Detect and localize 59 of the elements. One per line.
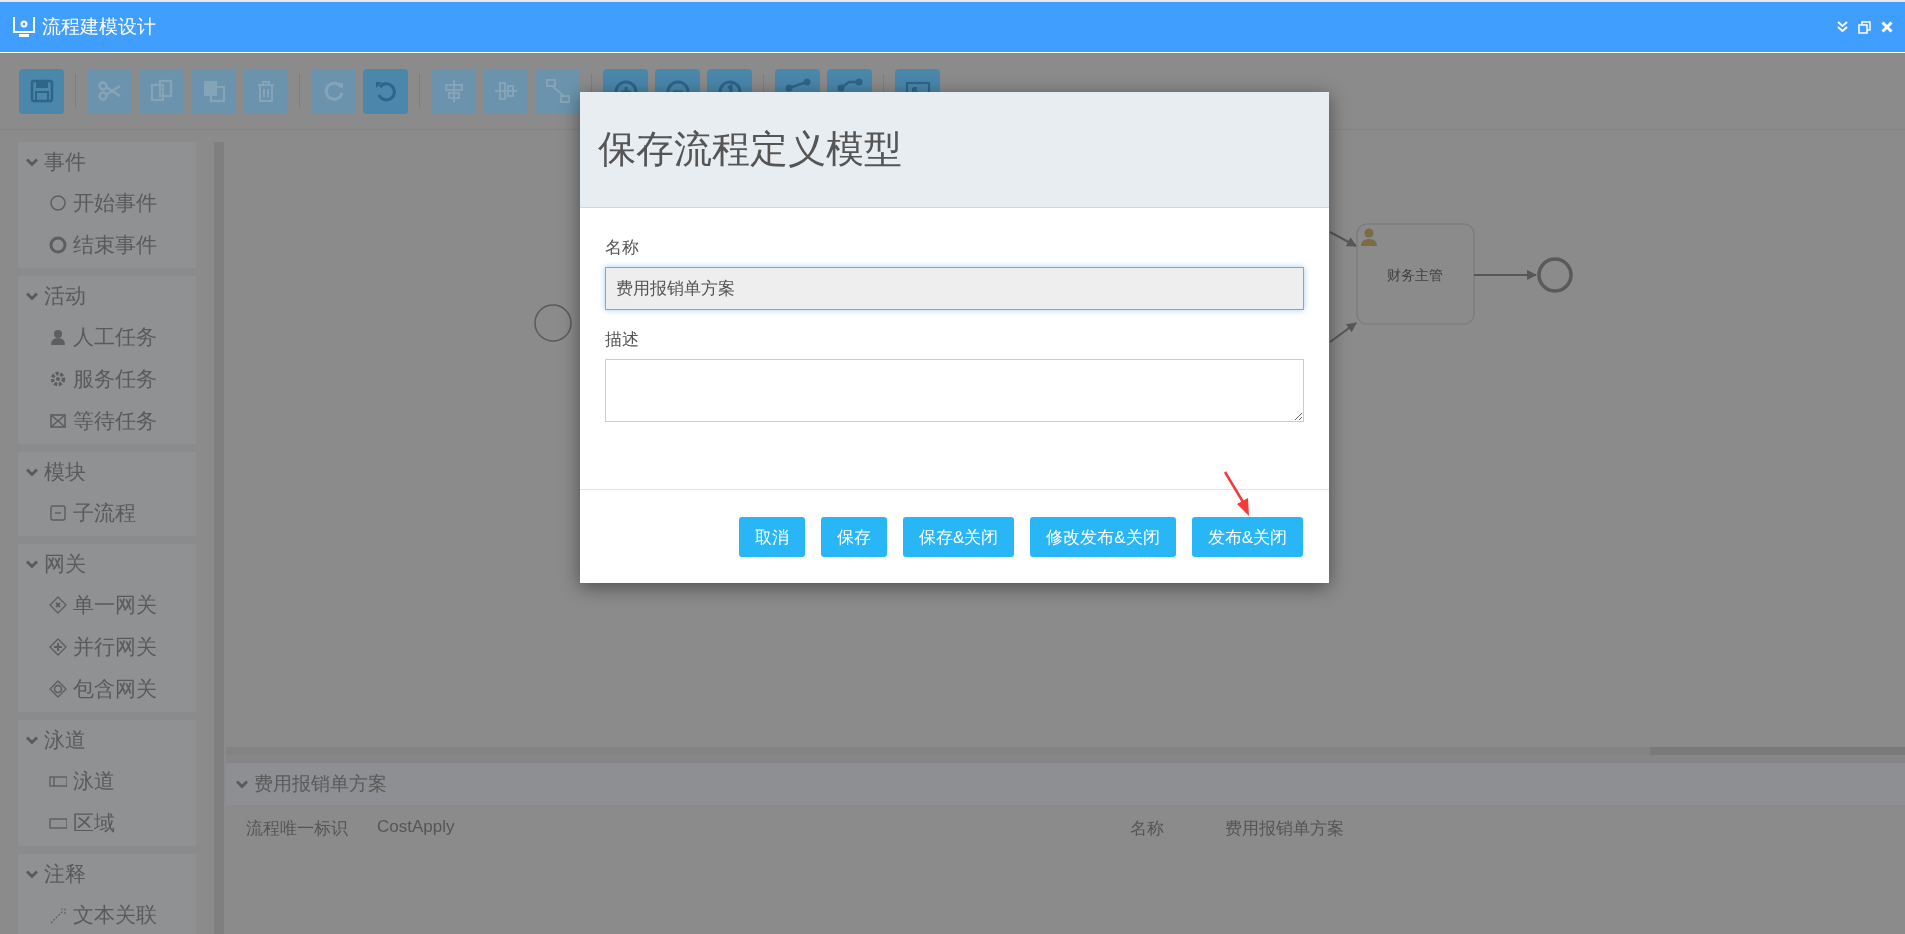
palette-group-header[interactable]: 活动 xyxy=(18,276,196,316)
bold-circle-icon xyxy=(49,236,67,254)
palette-item[interactable]: 结束事件 xyxy=(18,224,196,266)
diamond-plus-icon xyxy=(49,638,67,656)
palette-item[interactable]: 服务任务 xyxy=(18,358,196,400)
chevron-down-icon xyxy=(26,735,38,745)
person-icon xyxy=(49,328,67,346)
dialog-button[interactable]: 修改发布&关闭 xyxy=(1030,517,1176,557)
collapse-icon[interactable] xyxy=(1837,21,1848,33)
dialog-button[interactable]: 发布&关闭 xyxy=(1191,517,1303,557)
palette-group-header[interactable]: 事件 xyxy=(18,142,196,182)
palette-group-header[interactable]: 网关 xyxy=(18,544,196,584)
palette-group-header[interactable]: 注释 xyxy=(18,854,196,894)
sequence-arrow xyxy=(1329,231,1357,247)
palette-item[interactable]: 泳道 xyxy=(18,760,196,802)
palette-item[interactable]: 子流程 xyxy=(18,492,196,534)
resize-icon xyxy=(543,77,572,105)
start-event-circle xyxy=(534,304,572,342)
dialog-button[interactable]: 保存&关闭 xyxy=(902,517,1015,557)
sequence-arrow xyxy=(1329,322,1357,343)
chevron-down-icon xyxy=(236,779,248,789)
palette-item[interactable]: 包含网关 xyxy=(18,668,196,710)
close-icon[interactable] xyxy=(1881,21,1893,33)
chevron-down-icon xyxy=(26,467,38,477)
palette-group-header[interactable]: 泳道 xyxy=(18,720,196,760)
panel-header[interactable]: 费用报销单方案 xyxy=(226,763,1905,805)
chevron-down-icon xyxy=(26,869,38,879)
palette-item[interactable]: 文本关联 xyxy=(18,894,196,934)
name-field[interactable]: 费用报销单方案 xyxy=(605,267,1304,310)
circle-icon xyxy=(49,194,67,212)
monitor-gear-icon xyxy=(12,16,36,38)
dotted-line-icon xyxy=(49,906,67,924)
end-event-circle xyxy=(1537,257,1573,293)
description-field[interactable] xyxy=(605,359,1304,422)
diamond-x-icon xyxy=(49,596,67,614)
envelope-icon xyxy=(49,412,67,430)
minus-square-icon xyxy=(49,504,67,522)
palette-item[interactable]: 区域 xyxy=(18,802,196,844)
dialog-title: 保存流程定义模型 xyxy=(580,92,1329,208)
palette-item[interactable]: 等待任务 xyxy=(18,400,196,442)
field-label: 名称 xyxy=(605,237,640,259)
chevron-down-icon xyxy=(26,157,38,167)
window-title: 流程建模设计 xyxy=(42,15,156,39)
connector-icon xyxy=(783,77,812,92)
chevron-down-icon xyxy=(26,559,38,569)
palette-item[interactable]: 开始事件 xyxy=(18,182,196,224)
dialog-button[interactable]: 保存 xyxy=(820,517,887,557)
connector-icon xyxy=(835,77,864,92)
task-label: 财务主管 xyxy=(1387,267,1443,283)
gear-icon xyxy=(49,370,67,388)
palette-item[interactable]: 并行网关 xyxy=(18,626,196,668)
field-label: 描述 xyxy=(605,329,640,351)
person-icon xyxy=(1361,228,1377,246)
chevron-down-icon xyxy=(26,291,38,301)
dialog-button[interactable]: 取消 xyxy=(738,517,805,557)
palette-item[interactable]: 人工任务 xyxy=(18,316,196,358)
palette-group-header[interactable]: 模块 xyxy=(18,452,196,492)
sequence-arrow xyxy=(1473,270,1537,280)
restore-icon[interactable] xyxy=(1858,20,1871,34)
